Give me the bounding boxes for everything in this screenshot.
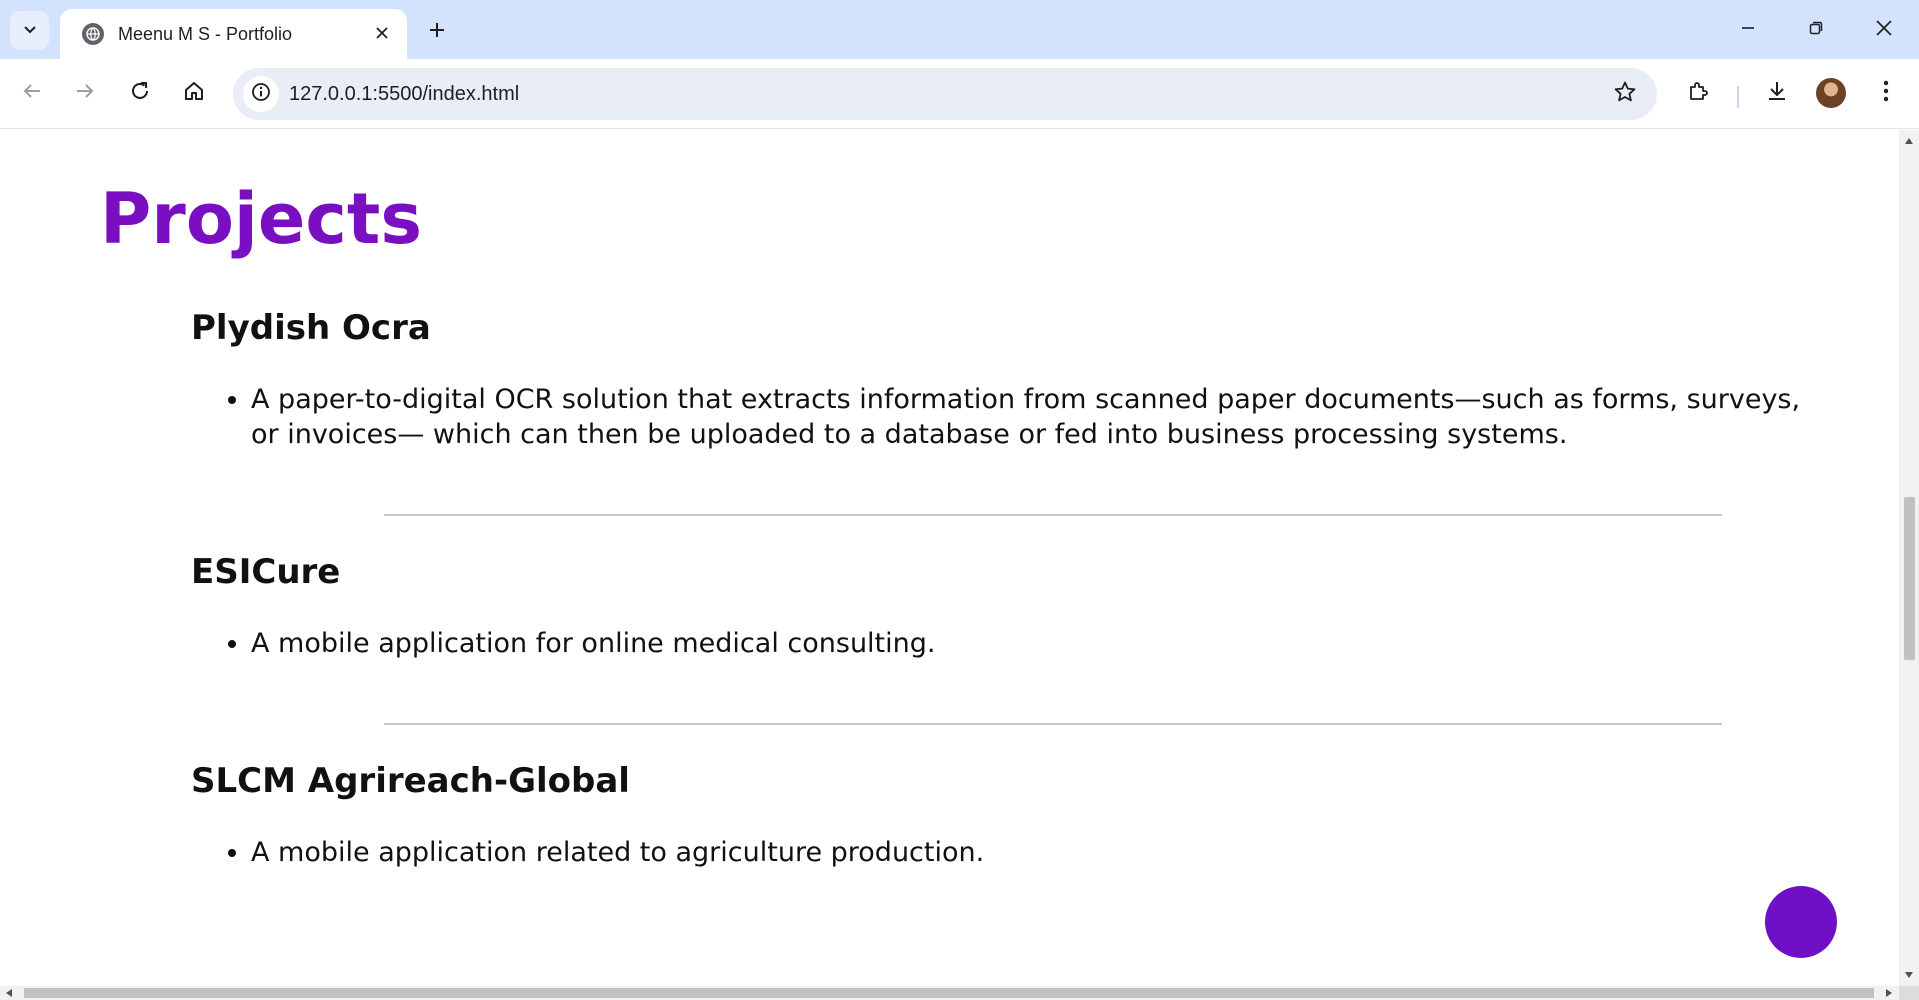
home-icon	[183, 80, 205, 106]
tab-search-icon	[22, 21, 38, 41]
project-esicure: ESICure A mobile application for online …	[191, 552, 1831, 661]
site-info-icon	[251, 82, 271, 106]
project-plydish-ocra: Plydish Ocra A paper-to-digital OCR solu…	[191, 308, 1831, 452]
project-description: A mobile application for online medical …	[251, 626, 1831, 661]
extensions-icon	[1687, 79, 1711, 107]
download-icon	[1765, 79, 1789, 107]
reload-button[interactable]	[120, 73, 160, 113]
active-tab[interactable]: Meenu M S - Portfolio	[60, 9, 407, 59]
restore-icon	[1808, 20, 1824, 40]
tab-strip: Meenu M S - Portfolio	[0, 0, 1919, 59]
project-description-list: A paper-to-digital OCR solution that ext…	[251, 382, 1831, 452]
scroll-up-icon[interactable]	[1905, 138, 1913, 144]
page-title: Projects	[100, 178, 423, 260]
restore-button[interactable]	[1782, 8, 1850, 52]
address-bar[interactable]: 127.0.0.1:5500/index.html	[233, 68, 1657, 120]
new-tab-button[interactable]	[420, 15, 454, 49]
menu-icon	[1883, 80, 1889, 106]
floating-action-button[interactable]	[1765, 886, 1837, 958]
forward-icon	[74, 80, 96, 106]
project-description: A paper-to-digital OCR solution that ext…	[251, 382, 1831, 452]
browser-menu-button[interactable]	[1867, 74, 1905, 112]
downloads-button[interactable]	[1758, 74, 1796, 112]
section-divider	[384, 514, 1722, 516]
reload-icon	[129, 80, 151, 106]
project-description-list: A mobile application related to agricult…	[251, 835, 1831, 870]
browser-toolbar: 127.0.0.1:5500/index.html	[0, 59, 1919, 129]
window-close-button[interactable]	[1850, 8, 1918, 52]
scroll-left-icon[interactable]	[6, 989, 12, 997]
url-text[interactable]: 127.0.0.1:5500/index.html	[289, 68, 519, 120]
back-icon	[21, 80, 43, 106]
vertical-scroll-thumb[interactable]	[1904, 497, 1915, 660]
avatar[interactable]	[1816, 78, 1846, 108]
tab-title: Meenu M S - Portfolio	[118, 23, 293, 44]
tab-search-button[interactable]	[10, 11, 49, 50]
globe-icon	[82, 23, 104, 45]
plus-icon	[428, 21, 446, 43]
page-viewport: Projects Plydish Ocra A paper-to-digital…	[0, 130, 1899, 986]
close-icon	[375, 25, 389, 44]
horizontal-scrollbar[interactable]	[0, 986, 1899, 1000]
scrollbar-corner	[1899, 986, 1919, 1000]
back-button[interactable]	[12, 73, 52, 113]
horizontal-scroll-thumb[interactable]	[24, 988, 1874, 998]
scroll-right-icon[interactable]	[1886, 989, 1892, 997]
minimize-button[interactable]	[1714, 8, 1782, 52]
vertical-scrollbar[interactable]	[1899, 130, 1919, 986]
project-description: A mobile application related to agricult…	[251, 835, 1831, 870]
section-divider	[384, 723, 1722, 725]
project-title: Plydish Ocra	[191, 308, 431, 348]
project-description-list: A mobile application for online medical …	[251, 626, 1831, 661]
scroll-down-icon[interactable]	[1905, 972, 1913, 978]
minimize-icon	[1740, 20, 1756, 40]
toolbar-separator	[1737, 86, 1739, 108]
home-button[interactable]	[174, 73, 214, 113]
bookmark-button[interactable]	[1611, 80, 1639, 108]
project-title: ESICure	[191, 552, 341, 592]
extensions-button[interactable]	[1680, 74, 1718, 112]
close-tab-button[interactable]	[369, 21, 395, 47]
project-slcm-agrireach: SLCM Agrireach-Global A mobile applicati…	[191, 761, 1831, 870]
forward-button[interactable]	[65, 73, 105, 113]
window-close-icon	[1875, 19, 1893, 41]
star-icon	[1613, 80, 1637, 108]
site-info-button[interactable]	[243, 76, 279, 112]
project-title: SLCM Agrireach-Global	[191, 761, 630, 801]
